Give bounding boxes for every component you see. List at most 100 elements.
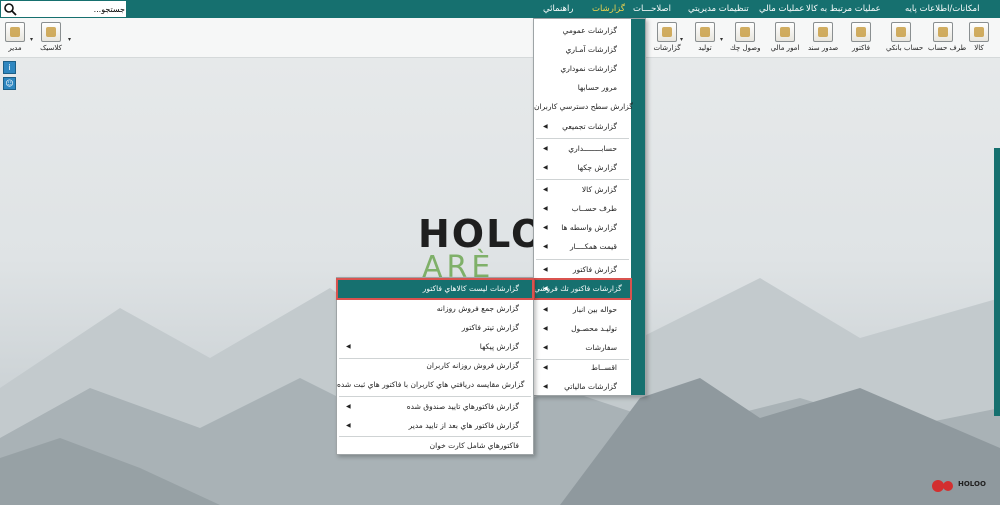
chevron-left-icon: ◀ [543,344,548,351]
menu-item-warehouse-transfer[interactable]: ◀ حواله بين انبار [534,300,631,320]
chevron-left-icon: ◀ [543,123,548,130]
menu-corrections[interactable]: اصلاحـــات [633,0,671,18]
chevron-left-icon: ◀ [346,403,351,410]
menu-item-accounts-review[interactable]: مرور حسابها [534,78,631,98]
submenu-item-couriers-report[interactable]: ◀ گزارش پيکها [337,337,533,357]
toolbar-financial-affairs-button[interactable]: امور مالي [770,20,800,56]
reports-dropdown-menu: گزارشات عمومي گزارشات آمـاري گزارشات نمو… [533,18,646,396]
toolbar-production-label: توليد [698,44,712,52]
corner-logo: HOLOO [930,478,990,494]
chevron-left-icon: ◀ [543,266,548,273]
menu-item-orders[interactable]: ◀ سفارشات [534,338,631,358]
submenu-item-label: فاکتورهاي شامل کارت خوان [429,441,519,450]
toolbar-account-party-label: طرف حساب [928,44,967,52]
search-icon[interactable] [4,3,17,16]
vertical-scrollbar[interactable] [994,148,1000,416]
chevron-left-icon: ◀ [346,422,351,429]
submenu-item-label: گزارش مقايسه دريافتي هاي کاربران با فاکت… [337,380,525,389]
submenu-item-invoice-goods-list[interactable]: گزارشات ليست کالاهاي فاکتور [336,278,534,300]
toolbar-bank-account-button[interactable]: حساب بانکي [886,20,924,56]
report-icon [657,22,677,42]
palette-icon [41,22,61,42]
menu-item-general-reports[interactable]: گزارشات عمومي [534,21,631,41]
chevron-left-icon: ◀ [543,186,548,193]
menu-item-user-access-report[interactable]: گزارش سطح دسترسي کاربران [534,97,633,117]
menu-admin-settings[interactable]: تنظيمات مديريتي [688,0,749,18]
menu-item-goods-report[interactable]: ◀ گزارش کالا [534,180,631,200]
submenu-item-daily-user-sales[interactable]: گزارش فروش روزانه کاربران [337,356,533,376]
menu-item-label: گزارش کالا [581,185,617,194]
search-input[interactable] [19,2,125,16]
toolbar-reports-button[interactable]: گزارشات [652,20,682,56]
submenu-item-label: گزارش فاکتورهاي تاييد صندوق شده [406,402,519,411]
menu-item-tax-reports[interactable]: ◀ گزارشات مالياتي [534,377,631,397]
toolbar-production-button[interactable]: توليد ▾ [680,20,720,56]
toolbar: کالا طرف حساب حساب بانکي فاکتور صدور سند… [0,18,1000,58]
production-icon [695,22,715,42]
menu-item-label: گزارشات نموداري [560,64,617,73]
chevron-down-icon[interactable]: ▾ [68,36,71,43]
single-sale-invoice-submenu: گزارشات ليست کالاهاي فاکتور گزارش جمع فر… [336,277,534,455]
toolbar-invoice-label: فاکتور [852,44,870,52]
corner-logo-text: HOLOO [958,480,986,488]
menu-item-label: گزارش چکها [577,163,617,172]
submenu-item-cashbox-approved-invoices[interactable]: ◀ گزارش فاکتورهاي تاييد صندوق شده [337,397,533,417]
submenu-item-invoice-header[interactable]: گزارش تيتر فاکتور [337,318,533,338]
toolbar-goods-label: کالا [974,44,984,52]
menu-item-label: گزارشات تجميعي [562,122,617,131]
toolbar-goods-button[interactable]: کالا [964,20,994,56]
menu-item-product-production[interactable]: ◀ توليـد محصـول [534,319,631,339]
menu-item-account-party[interactable]: ◀ طرف حســاب [534,199,631,219]
menu-side-strip [631,19,645,395]
submenu-item-label: گزارش جمع فروش روزانه [436,304,519,313]
toolbar-bank-account-label: حساب بانکي [886,44,924,52]
menu-item-invoice-report[interactable]: ◀ گزارش فاکتور [534,260,631,280]
menu-item-single-sale-invoice-reports[interactable]: ◀ گزارشات فاکتور تك فروشي [533,278,632,300]
submenu-item-card-reader-invoices[interactable]: فاکتورهاي شامل کارت خوان [337,436,533,456]
money-icon [775,22,795,42]
menu-financial-operations[interactable]: عمليات مالي [759,0,804,18]
menu-item-cheque-report[interactable]: ◀ گزارش چکها [534,158,631,178]
toolbar-manager-button[interactable]: مدير ▾ [0,20,33,56]
menu-item-accounting[interactable]: ◀ حسابــــــــداري [534,139,631,159]
toolbar-issue-document-label: صدور سند [808,44,839,52]
chevron-left-icon: ◀ [543,145,548,152]
menu-item-label: قيمت همکــــار [569,242,617,251]
chevron-down-icon[interactable]: ▾ [30,36,33,43]
chevron-left-icon: ◀ [543,325,548,332]
toolbar-classic-button[interactable]: کلاسيک ▾ [36,20,71,56]
submenu-item-label: گزارش فروش روزانه کاربران [426,361,519,370]
menu-item-label: گزارشات عمومي [562,26,617,35]
user-icon[interactable]: ☺ [3,77,16,90]
menu-help[interactable]: راهنمائي [543,0,573,18]
manager-icon [5,22,25,42]
menu-reports[interactable]: گزارشات [592,0,625,18]
menu-item-label: حواله بين انبار [572,305,617,314]
toolbar-account-party-button[interactable]: طرف حساب [928,20,967,56]
menu-goods-operations[interactable]: عمليات مرتبط به کالا [806,0,881,18]
chevron-left-icon: ◀ [543,306,548,313]
menu-item-label: سفارشات [585,343,617,352]
menu-basic-info[interactable]: امکانات/اطلاعات پايه [905,0,979,18]
toolbar-manager-label: مدير [8,44,22,52]
submenu-item-label: گزارشات ليست کالاهاي فاکتور [422,284,519,293]
submenu-item-user-receipts-comparison[interactable]: گزارش مقايسه دريافتي هاي کاربران با فاکت… [337,375,533,395]
menu-item-statistical-reports[interactable]: گزارشات آمـاري [534,40,631,60]
document-icon [813,22,833,42]
main-menu-bar: امکانات/اطلاعات پايه عمليات مرتبط به کال… [0,0,1000,18]
chevron-left-icon: ◀ [543,164,548,171]
submenu-item-manager-approved-invoices[interactable]: ◀ گزارش فاکتور هاي بعد از تاييد مدير [337,416,533,436]
menu-item-installments[interactable]: ◀ اقســاط [534,358,631,378]
menu-item-intermediaries-report[interactable]: ◀ گزارش واسطه ها [534,218,631,238]
chevron-left-icon: ◀ [543,243,548,250]
submenu-item-daily-sales-total[interactable]: گزارش جمع فروش روزانه [337,299,533,319]
toolbar-invoice-button[interactable]: فاکتور [846,20,876,56]
menu-item-chart-reports[interactable]: گزارشات نموداري [534,59,631,79]
toolbar-issue-document-button[interactable]: صدور سند [808,20,838,56]
chevron-down-icon[interactable]: ▾ [720,36,723,43]
chevron-left-icon: ◀ [346,343,351,350]
menu-item-colleague-price[interactable]: ◀ قيمت همکــــار [534,237,631,257]
toolbar-cheque-collect-button[interactable]: وصول چك ▾ [720,20,760,56]
menu-item-aggregate-reports[interactable]: ◀ گزارشات تجميعي [534,117,631,137]
info-icon[interactable]: i [3,61,16,74]
